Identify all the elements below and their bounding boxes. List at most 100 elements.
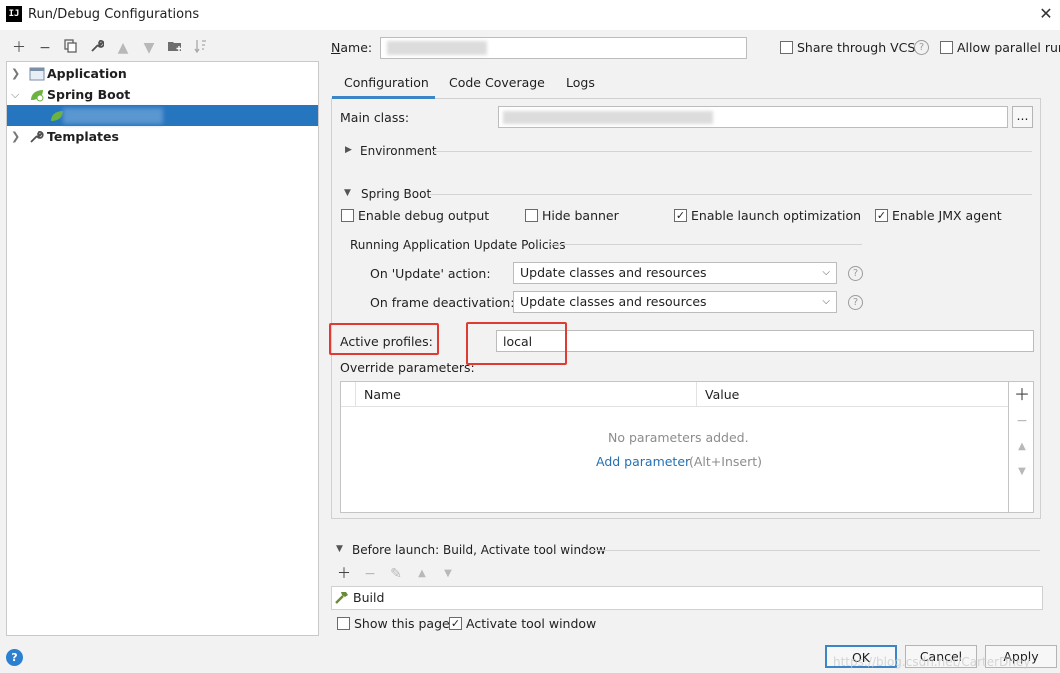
tree-item-selected-config[interactable] — [7, 105, 318, 126]
add-parameter-link[interactable]: Add parameter — [596, 454, 690, 469]
expand-environment-icon[interactable]: ▶ — [345, 145, 352, 155]
active-profiles-field[interactable]: local — [496, 330, 1034, 352]
share-vcs-label: Share through VCS — [797, 40, 916, 55]
chevron-down-icon: ⌵ — [822, 267, 830, 278]
sort-icon[interactable] — [192, 39, 210, 57]
override-parameters-label: Override parameters: — [340, 360, 475, 375]
chevron-right-icon[interactable]: ❯ — [11, 63, 23, 84]
spring-boot-icon — [29, 87, 45, 102]
window-title: Run/Debug Configurations — [28, 7, 200, 22]
update-action-label: On 'Update' action: — [370, 266, 491, 281]
help-icon[interactable]: ? — [6, 649, 23, 666]
environment-label[interactable]: Environment — [360, 144, 437, 158]
add-icon[interactable]: ＋ — [335, 565, 353, 583]
remove-icon[interactable]: − — [36, 39, 54, 57]
spring-boot-section-label: Spring Boot — [361, 187, 432, 201]
move-up-icon[interactable]: ▲ — [1013, 438, 1031, 456]
move-down-icon[interactable]: ▼ — [1013, 463, 1031, 481]
tree-item-label: Spring Boot — [47, 87, 131, 102]
table-header — [341, 382, 1008, 407]
tree-item-label: Templates — [47, 129, 119, 144]
launch-optimization-checkbox[interactable]: ✓ — [674, 209, 687, 222]
chevron-down-icon: ⌵ — [822, 296, 830, 307]
highlight-box-profiles-value — [466, 322, 567, 365]
allow-parallel-checkbox[interactable] — [940, 41, 953, 54]
help-icon[interactable]: ? — [848, 266, 863, 281]
tab-configuration[interactable]: Configuration — [344, 75, 429, 90]
tree-item-spring-boot[interactable]: ⌵ Spring Boot — [7, 84, 318, 105]
enable-debug-checkbox[interactable] — [341, 209, 354, 222]
move-up-icon[interactable]: ▲ — [413, 565, 431, 583]
move-down-icon[interactable]: ▼ — [140, 39, 158, 57]
show-page-checkbox[interactable] — [337, 617, 350, 630]
add-parameter-hint: (Alt+Insert) — [689, 454, 763, 469]
blurred-config-name — [63, 108, 163, 124]
share-vcs-checkbox[interactable] — [780, 41, 793, 54]
blurred-main-class — [503, 111, 713, 124]
blurred-name — [387, 41, 487, 55]
main-class-field[interactable] — [498, 106, 1008, 128]
tab-code-coverage[interactable]: Code Coverage — [449, 75, 545, 90]
allow-parallel-label: Allow parallel run — [957, 40, 1060, 55]
jmx-agent-label: Enable JMX agent — [892, 208, 1002, 223]
hide-banner-checkbox[interactable] — [525, 209, 538, 222]
wrench-icon[interactable] — [88, 39, 106, 57]
frame-deactivation-value: Update classes and resources — [520, 294, 707, 309]
show-page-label: Show this page — [354, 616, 450, 631]
tree-item-label: Application — [47, 66, 127, 81]
before-launch-task-list — [331, 586, 1043, 610]
chevron-down-icon[interactable]: ⌵ — [11, 84, 23, 105]
move-down-icon[interactable]: ▼ — [439, 565, 457, 583]
configuration-tree: ❯ Application ⌵ Spring Boot ❯ Templates — [6, 61, 319, 636]
copy-icon[interactable] — [62, 39, 80, 57]
hide-banner-label: Hide banner — [542, 208, 619, 223]
column-divider — [355, 382, 356, 407]
collapse-spring-boot-icon[interactable]: ▼ — [344, 188, 351, 198]
column-header-value[interactable]: Value — [705, 387, 739, 402]
name-field[interactable] — [380, 37, 747, 59]
update-action-value: Update classes and resources — [520, 265, 707, 280]
activate-tool-window-label: Activate tool window — [466, 616, 597, 631]
main-class-label: Main class: — [340, 110, 410, 125]
intellij-logo-icon: IJ — [6, 6, 22, 22]
separator — [550, 244, 862, 245]
edit-icon[interactable]: ✎ — [387, 565, 405, 583]
frame-deactivation-dropdown[interactable]: Update classes and resources ⌵ — [513, 291, 837, 313]
update-action-dropdown[interactable]: Update classes and resources ⌵ — [513, 262, 837, 284]
application-icon — [29, 66, 45, 81]
override-parameters-table: Name Value No parameters added. Add para… — [340, 381, 1009, 513]
before-launch-label: Before launch: Build, Activate tool wind… — [352, 543, 606, 557]
chevron-right-icon[interactable]: ❯ — [11, 126, 23, 147]
remove-icon[interactable]: − — [361, 565, 379, 583]
separator — [585, 550, 1040, 551]
help-icon[interactable]: ? — [848, 295, 863, 310]
jmx-agent-checkbox[interactable]: ✓ — [875, 209, 888, 222]
remove-icon[interactable]: − — [1013, 412, 1031, 430]
browse-main-class-button[interactable]: ... — [1012, 106, 1033, 128]
collapse-before-launch-icon[interactable]: ▼ — [336, 544, 343, 554]
activate-tool-window-checkbox[interactable]: ✓ — [449, 617, 462, 630]
task-build[interactable]: Build — [353, 590, 384, 605]
column-header-name[interactable]: Name — [364, 387, 401, 402]
frame-deactivation-label: On frame deactivation: — [370, 295, 515, 310]
add-icon[interactable]: ＋ — [10, 39, 28, 57]
tree-item-templates[interactable]: ❯ Templates — [7, 126, 318, 147]
hammer-icon — [334, 590, 350, 608]
close-icon[interactable]: ✕ — [1036, 4, 1056, 24]
empty-table-text: No parameters added. — [608, 430, 749, 445]
watermark: https://blog.csdn.net/CarterDhey — [833, 655, 1031, 669]
column-divider — [696, 382, 697, 407]
active-profiles-label: Active profiles: — [340, 334, 433, 349]
folder-add-icon[interactable] — [166, 39, 184, 57]
tree-item-application[interactable]: ❯ Application — [7, 63, 318, 84]
wrench-icon — [29, 129, 45, 144]
separator — [430, 194, 1032, 195]
move-up-icon[interactable]: ▲ — [114, 39, 132, 57]
separator — [432, 151, 1032, 152]
add-icon[interactable]: ＋ — [1013, 386, 1031, 404]
launch-optimization-label: Enable launch optimization — [691, 208, 862, 223]
help-icon[interactable]: ? — [914, 40, 929, 55]
enable-debug-label: Enable debug output — [358, 208, 490, 223]
tab-logs[interactable]: Logs — [566, 75, 595, 90]
update-policies-label: Running Application Update Policies — [350, 238, 566, 252]
